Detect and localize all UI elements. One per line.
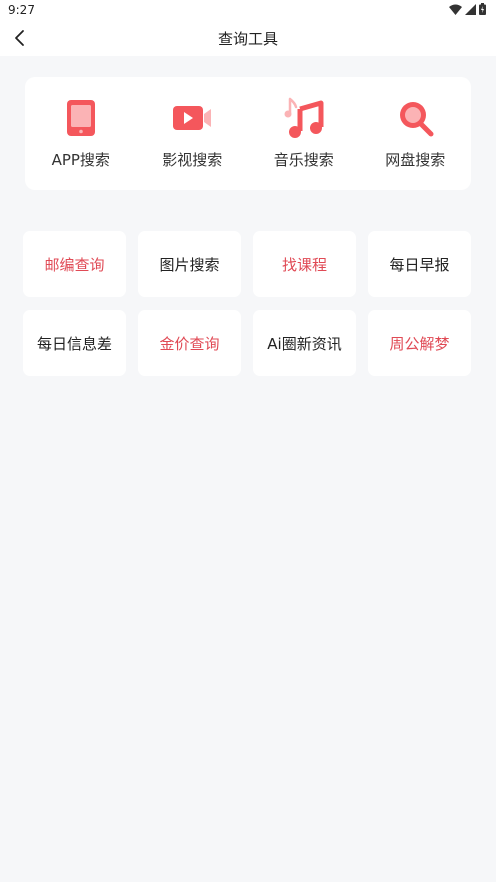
chip-ai-news[interactable]: Ai圈新资讯 bbox=[253, 310, 356, 376]
chip-daily-news[interactable]: 每日早报 bbox=[368, 231, 471, 297]
status-bar: 9:27 bbox=[0, 0, 496, 20]
chip-find-course[interactable]: 找课程 bbox=[253, 231, 356, 297]
tool-label: APP搜索 bbox=[51, 151, 110, 169]
tool-cloud-disk-search[interactable]: 网盘搜索 bbox=[360, 77, 472, 190]
page-title: 查询工具 bbox=[217, 30, 278, 48]
music-note-icon bbox=[284, 97, 324, 138]
tool-label: 音乐搜索 bbox=[273, 151, 334, 169]
tool-label: 网盘搜索 bbox=[385, 151, 446, 169]
status-time: 9:27 bbox=[8, 3, 35, 17]
wifi-icon bbox=[449, 4, 462, 15]
chip-gold-price[interactable]: 金价查询 bbox=[138, 310, 241, 376]
chip-dream-interpretation[interactable]: 周公解梦 bbox=[368, 310, 471, 376]
tool-label: 影视搜索 bbox=[162, 151, 223, 169]
feature-grid: 邮编查询 图片搜索 找课程 每日早报 每日信息差 金价查询 Ai圈新资讯 周公解… bbox=[23, 231, 473, 376]
chip-postcode-query[interactable]: 邮编查询 bbox=[23, 231, 126, 297]
chip-image-search[interactable]: 图片搜索 bbox=[138, 231, 241, 297]
search-tools-card: APP搜索 影视搜索 音乐搜索 网盘搜索 bbox=[25, 77, 471, 190]
video-camera-icon bbox=[173, 106, 212, 130]
signal-icon bbox=[465, 3, 476, 15]
nav-bar: 查询工具 bbox=[0, 20, 496, 56]
battery-icon bbox=[479, 3, 486, 15]
tool-video-search[interactable]: 影视搜索 bbox=[137, 77, 249, 190]
chip-daily-info-gap[interactable]: 每日信息差 bbox=[23, 310, 126, 376]
status-icons bbox=[449, 3, 486, 15]
search-icon bbox=[400, 102, 434, 137]
tool-app-search[interactable]: APP搜索 bbox=[25, 77, 137, 190]
tool-music-search[interactable]: 音乐搜索 bbox=[248, 77, 360, 190]
tablet-icon bbox=[66, 100, 95, 136]
